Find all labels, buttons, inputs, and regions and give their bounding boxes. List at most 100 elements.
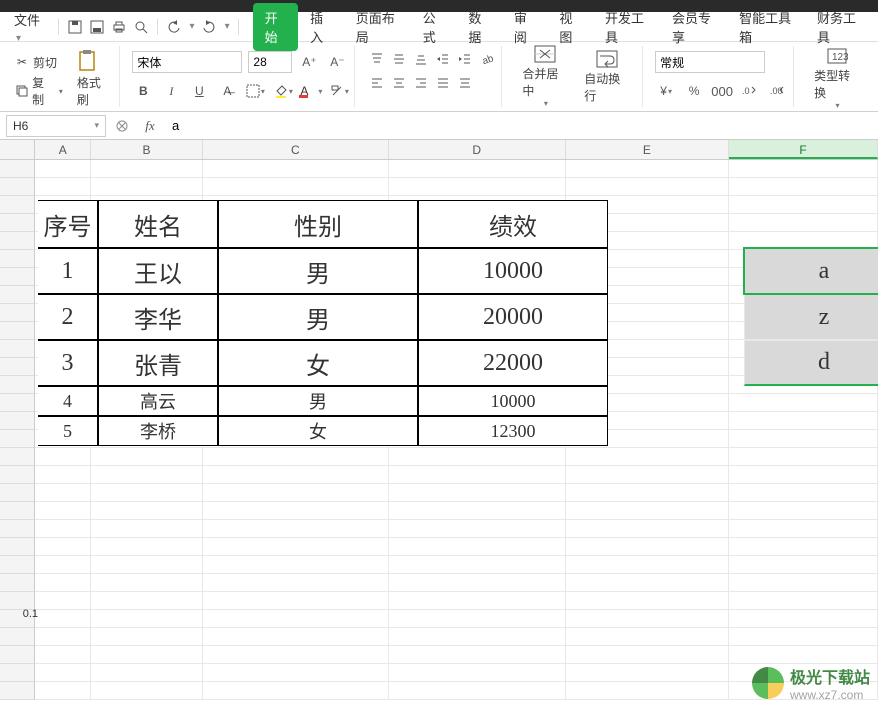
comma-icon[interactable]: 000	[711, 80, 733, 102]
cell[interactable]	[566, 556, 730, 574]
col-header-B[interactable]: B	[91, 140, 203, 159]
cell[interactable]	[91, 538, 203, 556]
cell[interactable]	[91, 682, 203, 700]
cell[interactable]	[566, 466, 730, 484]
col-header-A[interactable]: A	[35, 140, 91, 159]
wrap-text-button[interactable]: 自动换行	[576, 47, 638, 107]
cell[interactable]	[35, 664, 91, 682]
row-header[interactable]	[0, 646, 35, 664]
align-middle-icon[interactable]	[389, 48, 409, 70]
cell[interactable]	[389, 466, 566, 484]
table-cell[interactable]: 10000	[418, 248, 608, 294]
cell[interactable]	[729, 484, 878, 502]
cell[interactable]	[91, 448, 203, 466]
undo-icon[interactable]	[166, 19, 182, 35]
cell[interactable]	[566, 160, 730, 178]
cell[interactable]	[566, 628, 730, 646]
font-size-combo[interactable]	[248, 51, 292, 73]
align-bottom-icon[interactable]	[411, 48, 431, 70]
clear-format-icon[interactable]: ▾	[328, 80, 350, 102]
row-header[interactable]	[0, 574, 35, 592]
cell[interactable]	[729, 538, 878, 556]
font-name-combo[interactable]	[132, 51, 242, 73]
italic-icon[interactable]: I	[160, 80, 182, 102]
cell[interactable]	[35, 682, 91, 700]
table-cell[interactable]: 高云	[98, 386, 218, 416]
cell[interactable]	[566, 502, 730, 520]
underline-icon[interactable]: U	[188, 80, 210, 102]
row-header[interactable]	[0, 556, 35, 574]
currency-icon[interactable]: ¥▾	[655, 80, 677, 102]
tab-formula[interactable]: 公式	[411, 3, 457, 51]
row-header[interactable]	[0, 538, 35, 556]
cell[interactable]	[389, 610, 566, 628]
table-cell[interactable]: 男	[218, 248, 418, 294]
cell[interactable]	[389, 592, 566, 610]
cell[interactable]	[203, 592, 389, 610]
cancel-fx-icon[interactable]	[112, 116, 132, 136]
cell[interactable]	[203, 160, 389, 178]
decrease-decimal-icon[interactable]: .00	[767, 80, 789, 102]
table-cell[interactable]: 李桥	[98, 416, 218, 446]
redo-dropdown[interactable]: ▾	[225, 21, 230, 32]
cell[interactable]	[566, 592, 730, 610]
cell[interactable]	[203, 502, 389, 520]
cell[interactable]	[35, 160, 91, 178]
cell[interactable]	[389, 520, 566, 538]
table-cell[interactable]: 女	[218, 416, 418, 446]
cell[interactable]	[35, 178, 91, 196]
cell[interactable]	[729, 520, 878, 538]
cell[interactable]	[203, 448, 389, 466]
redo-icon[interactable]	[201, 19, 217, 35]
cell[interactable]	[91, 556, 203, 574]
table-cell[interactable]: 王以	[98, 248, 218, 294]
cell[interactable]	[203, 484, 389, 502]
cell[interactable]	[91, 646, 203, 664]
row-header[interactable]	[0, 160, 35, 178]
save-icon[interactable]	[67, 19, 83, 35]
align-center-icon[interactable]	[389, 72, 409, 94]
cell[interactable]	[35, 538, 91, 556]
cell[interactable]	[203, 610, 389, 628]
col-header-F[interactable]: F	[729, 140, 878, 159]
table-cell[interactable]: 男	[218, 386, 418, 416]
cell[interactable]	[729, 214, 878, 232]
row-header[interactable]	[0, 466, 35, 484]
tab-member[interactable]: 会员专享	[660, 3, 727, 51]
cut-button[interactable]: ✂剪切	[10, 52, 61, 73]
cell[interactable]	[389, 160, 566, 178]
align-right-icon[interactable]	[411, 72, 431, 94]
cell[interactable]	[566, 664, 730, 682]
font-color-icon[interactable]: A▾	[300, 80, 322, 102]
indent-increase-icon[interactable]	[455, 48, 475, 70]
cell[interactable]	[389, 628, 566, 646]
align-top-icon[interactable]	[367, 48, 387, 70]
save-alt-icon[interactable]	[89, 19, 105, 35]
grid-area[interactable]: 序号 姓名 性别 绩效 1 王以 男 10000 2 李华 男 20000 3 …	[0, 160, 878, 710]
table-cell[interactable]: 2	[38, 294, 98, 340]
cell[interactable]	[729, 556, 878, 574]
cell[interactable]	[91, 628, 203, 646]
tab-devtools[interactable]: 开发工具	[593, 3, 660, 51]
tab-data[interactable]: 数据	[456, 3, 502, 51]
cell[interactable]	[203, 520, 389, 538]
table-cell[interactable]: 1	[38, 248, 98, 294]
tab-smart[interactable]: 智能工具箱	[727, 3, 805, 51]
cell[interactable]	[566, 448, 730, 466]
cell[interactable]	[729, 178, 878, 196]
cell[interactable]	[389, 556, 566, 574]
cell[interactable]	[729, 592, 878, 610]
type-convert-button[interactable]: 123 类型转换▾	[806, 48, 868, 108]
tab-page-layout[interactable]: 页面布局	[344, 3, 411, 51]
cell[interactable]	[389, 448, 566, 466]
cell[interactable]	[91, 574, 203, 592]
cell[interactable]	[203, 556, 389, 574]
format-painter-button[interactable]: 格式刷	[73, 72, 116, 110]
distribute-icon[interactable]	[455, 72, 475, 94]
preview-icon[interactable]	[133, 19, 149, 35]
cell[interactable]	[729, 466, 878, 484]
cell[interactable]	[203, 664, 389, 682]
cell[interactable]	[389, 574, 566, 592]
name-box[interactable]: H6▾	[6, 115, 106, 137]
merge-center-button[interactable]: 合并居中▾	[514, 47, 576, 107]
